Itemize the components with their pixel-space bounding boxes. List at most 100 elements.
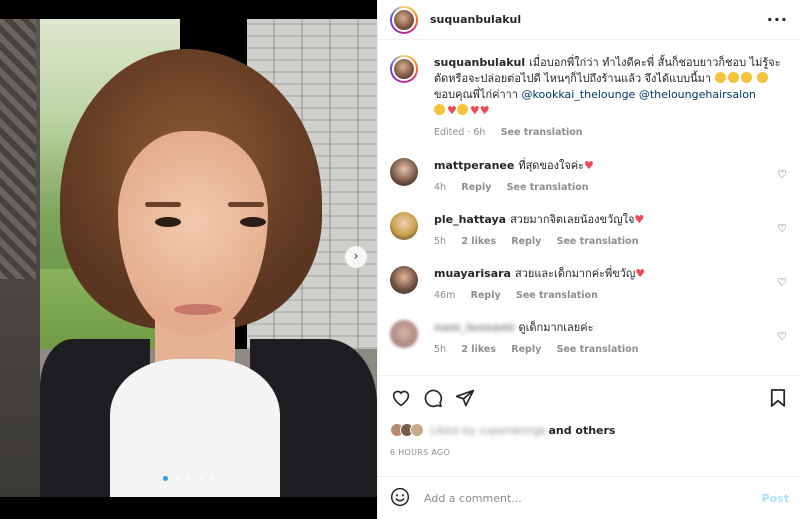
see-translation-link[interactable]: See translation [557, 236, 639, 247]
comment-time: 5h [434, 236, 447, 247]
comment-time: 4h [434, 182, 447, 193]
action-bar [390, 376, 789, 420]
caption-body: suquanbulakul เมื่อบอกพี่ใก่ว่า ทำไงดีคะพ… [434, 55, 789, 141]
post-photo[interactable] [0, 19, 377, 497]
photo-subject [155, 217, 181, 227]
post-header: suquanbulakul ··· [378, 0, 800, 40]
avatar[interactable] [390, 5, 418, 34]
comment-body: nam_lensami ดูเด็กมากเลยค่ะ 5h 2 likes Re… [434, 320, 789, 358]
carousel-dot [186, 476, 191, 481]
post-timestamp: 6 HOURS AGO [390, 448, 451, 457]
bookmark-icon[interactable] [767, 387, 789, 409]
heart-emoji-icon: ♥ [634, 213, 645, 226]
emoji-icon [434, 104, 445, 115]
see-translation-link[interactable]: See translation [501, 127, 583, 138]
heart-emoji-icon: ♥ [584, 159, 594, 172]
comment-time: 5h [434, 344, 447, 355]
photo-background [0, 19, 36, 279]
avatar[interactable] [390, 212, 418, 240]
carousel-dot [163, 476, 168, 481]
carousel-dots [0, 475, 377, 481]
add-comment-bar: Post [378, 476, 800, 519]
liked-by-text[interactable]: Liked by superwongk [430, 424, 546, 437]
like-comment-icon[interactable]: ♡ [777, 168, 787, 181]
comment-body: ple_hattaya สวยมากจิตเลยน้องขวัญใจ♥ 5h 2 … [434, 212, 789, 250]
likes-summary[interactable]: Liked by superwongk and others [390, 420, 789, 440]
avatar[interactable] [390, 55, 418, 83]
emoji-icon [740, 72, 752, 83]
reply-button[interactable]: Reply [511, 344, 541, 355]
comment-item: mattperanee ที่สุดของใจค่ะ♥ 4h Reply See … [390, 158, 789, 196]
mention-link[interactable]: @kookkai_thelounge [522, 88, 636, 101]
carousel-next-button[interactable]: › [345, 246, 367, 268]
comment-username[interactable]: mattperanee [434, 159, 514, 172]
emoji-picker-icon[interactable] [390, 487, 410, 510]
comment-icon[interactable] [422, 387, 444, 409]
comment-text: ดูเด็กมากเลยค่ะ [518, 321, 594, 334]
comment-username[interactable]: nam_lensami [434, 321, 514, 334]
emoji-icon [456, 104, 468, 115]
post-button[interactable]: Post [762, 492, 789, 505]
comment-likes[interactable]: 2 likes [461, 236, 496, 247]
avatar-image [392, 57, 416, 81]
avatar[interactable] [390, 320, 418, 348]
caption-meta: Edited · 6h See translation [434, 125, 789, 141]
post-actions: Liked by superwongk and others 6 HOURS A… [378, 375, 800, 490]
comment-username[interactable]: muayarisara [434, 267, 511, 280]
heart-emoji-icon: ♥ [469, 104, 480, 117]
comment-item: nam_lensami ดูเด็กมากเลยค่ะ 5h 2 likes Re… [390, 320, 789, 358]
heart-emoji-icon: ♥ [447, 104, 457, 117]
comment-meta: 5h 2 likes Reply See translation [434, 342, 789, 358]
emoji-icon [714, 72, 726, 83]
like-comment-icon[interactable]: ♡ [777, 330, 787, 343]
comment-username[interactable]: ple_hattaya [434, 213, 506, 226]
comment-likes[interactable]: 2 likes [461, 344, 496, 355]
see-translation-link[interactable]: See translation [507, 182, 589, 193]
see-translation-link[interactable]: See translation [516, 290, 598, 301]
reply-button[interactable]: Reply [461, 182, 491, 193]
share-icon[interactable] [454, 387, 476, 409]
media-panel: › [0, 0, 377, 519]
avatar-image [392, 7, 416, 32]
comment-text: สวยและเด็กมากค่ะพี่ขวัญ [514, 267, 636, 280]
emoji-icon [727, 72, 739, 83]
header-username[interactable]: suquanbulakul [430, 13, 767, 26]
and-others-link[interactable]: and others [548, 424, 615, 437]
carousel-dot [197, 476, 203, 481]
post-dialog: › suquanbulakul ··· suquanbulakul เมื่อบอ… [0, 0, 800, 519]
caption: suquanbulakul เมื่อบอกพี่ใก่ว่า ทำไงดีคะพ… [390, 55, 789, 141]
liker-avatar [410, 423, 424, 437]
caption-edited-time: Edited · 6h [434, 127, 486, 138]
emoji-icon [757, 72, 769, 83]
comment-item: muayarisara สวยและเด็กมากค่ะพี่ขวัญ♥ 46m … [390, 266, 789, 304]
photo-subject [174, 304, 222, 315]
heart-emoji-icon: ♥ [635, 267, 646, 280]
more-options-icon[interactable]: ··· [767, 10, 788, 29]
comment-text: สวยมากจิตเลยน้องขวัญใจ [510, 213, 635, 226]
comment-meta: 4h Reply See translation [434, 180, 789, 196]
carousel-dot [209, 476, 214, 481]
reply-button[interactable]: Reply [511, 236, 541, 247]
comments-list: suquanbulakul เมื่อบอกพี่ใก่ว่า ทำไงดีคะพ… [378, 41, 800, 374]
reply-button[interactable]: Reply [471, 290, 501, 301]
like-icon[interactable] [390, 387, 412, 409]
chevron-right-icon: › [353, 249, 359, 264]
like-comment-icon[interactable]: ♡ [777, 222, 787, 235]
see-translation-link[interactable]: See translation [557, 344, 639, 355]
post-sidebar: suquanbulakul ··· suquanbulakul เมื่อบอกพ… [377, 0, 800, 519]
comment-input[interactable] [424, 491, 762, 505]
photo-subject [240, 217, 266, 227]
comment-meta: 46m Reply See translation [434, 288, 789, 304]
comment-meta: 5h 2 likes Reply See translation [434, 234, 789, 250]
mention-link[interactable]: @theloungehairsalon [639, 88, 756, 101]
avatar[interactable] [390, 266, 418, 294]
comment-time: 46m [434, 290, 456, 301]
photo-subject [228, 202, 264, 207]
comment-body: muayarisara สวยและเด็กมากค่ะพี่ขวัญ♥ 46m … [434, 266, 789, 304]
like-comment-icon[interactable]: ♡ [777, 276, 787, 289]
caption-text-2: ขอบคุณพี่ไก่ค่าาา [434, 88, 519, 101]
photo-subject [145, 202, 181, 207]
avatar[interactable] [390, 158, 418, 186]
caption-username[interactable]: suquanbulakul [434, 56, 525, 69]
comment-item: ple_hattaya สวยมากจิตเลยน้องขวัญใจ♥ 5h 2 … [390, 212, 789, 250]
